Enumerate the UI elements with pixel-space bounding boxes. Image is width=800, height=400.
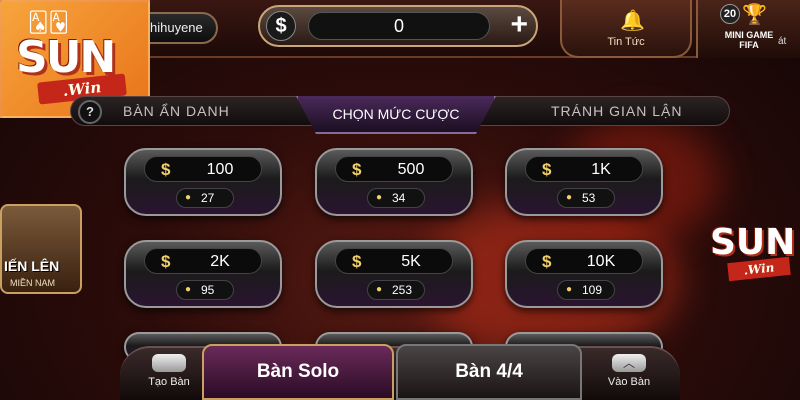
create-table-label: Tạo Bàn <box>148 376 190 388</box>
bet-amount-box: $ 500 <box>335 156 453 182</box>
dollar-icon: $ <box>542 160 552 179</box>
username: hihuyene <box>150 20 203 35</box>
dollar-icon: $ <box>161 160 171 179</box>
tien-len-game-tile[interactable]: IẾN LÊN MIỀN NAM <box>0 204 82 294</box>
four-player-table-button[interactable]: Bàn 4/4 <box>396 344 582 400</box>
bet-amount: 2K <box>210 253 230 270</box>
playing-cards-icon: 🂡🂱 <box>28 10 69 34</box>
bet-option-100[interactable]: $ 100 ● 27 <box>124 148 282 216</box>
dollar-icon: $ <box>352 160 362 179</box>
balance-value: 0 <box>308 12 490 40</box>
player-count-value: 253 <box>392 283 413 297</box>
chevron-up-icon: ︿ <box>612 354 646 372</box>
bet-amount: 10K <box>586 253 616 270</box>
person-icon: ● <box>376 284 383 295</box>
bet-amount-box: $ 1K <box>525 156 643 182</box>
bet-amount: 5K <box>401 253 421 270</box>
bet-option-2k[interactable]: $ 2K ● 95 <box>124 240 282 308</box>
join-table-label: Vào Bàn <box>607 376 651 388</box>
mini-game-trailing-text: át <box>778 36 787 47</box>
tab-anti-cheat[interactable]: TRÁNH GIAN LẬN <box>551 99 682 123</box>
solo-table-button[interactable]: Bàn Solo <box>202 344 394 400</box>
person-icon: ● <box>566 192 573 203</box>
player-count: ● 95 <box>176 280 234 300</box>
bet-amount: 1K <box>591 161 611 178</box>
table-icon <box>152 354 186 372</box>
bet-option-500[interactable]: $ 500 ● 34 <box>315 148 473 216</box>
sunwin-logo-secondary: SUN .Win <box>700 216 800 306</box>
player-count-value: 53 <box>582 191 596 205</box>
bet-amount-box: $ 5K <box>335 248 453 274</box>
player-count-value: 95 <box>201 283 215 297</box>
tab-choose-bet[interactable]: CHỌN MỨC CƯỢC <box>296 96 496 134</box>
dollar-icon: $ <box>266 11 296 41</box>
player-count: ● 253 <box>367 280 425 300</box>
bet-amount-box: $ 100 <box>144 156 262 182</box>
player-count-value: 34 <box>392 191 406 205</box>
player-count: ● 34 <box>367 188 425 208</box>
bell-icon: 🔔 <box>620 8 645 32</box>
bet-option-1k[interactable]: $ 1K ● 53 <box>505 148 663 216</box>
bet-option-5k[interactable]: $ 5K ● 253 <box>315 240 473 308</box>
player-count: ● 27 <box>176 188 234 208</box>
player-count: ● 53 <box>557 188 615 208</box>
dollar-icon: $ <box>161 252 171 271</box>
bet-amount: 100 <box>206 161 234 178</box>
person-icon: ● <box>185 192 192 203</box>
join-table-button[interactable]: ︿ Vào Bàn <box>594 348 664 400</box>
game-title: IẾN LÊN <box>4 258 60 274</box>
person-icon: ● <box>185 284 192 295</box>
game-subtitle: MIỀN NAM <box>10 278 55 288</box>
news-button[interactable]: 🔔 Tin Tức <box>560 0 692 58</box>
trophy-icon: 🏆 <box>742 2 767 26</box>
person-icon: ● <box>376 192 383 203</box>
dollar-icon: $ <box>352 252 362 271</box>
mini-game-button[interactable]: 20 🏆 MINI GAME FIFA át <box>696 0 800 58</box>
bet-amount-box: $ 2K <box>144 248 262 274</box>
bet-amount: 500 <box>397 161 425 178</box>
tab-anonymous-table[interactable]: BÀN ẨN DANH <box>123 99 230 123</box>
bet-amount-box: $ 10K <box>525 248 643 274</box>
news-label: Tin Tức <box>607 36 645 48</box>
add-funds-button[interactable]: + <box>510 9 528 41</box>
person-icon: ● <box>566 284 573 295</box>
dollar-icon: $ <box>542 252 552 271</box>
player-count-value: 27 <box>201 191 215 205</box>
mini-game-label: MINI GAME FIFA <box>724 30 774 50</box>
bet-option-10k[interactable]: $ 10K ● 109 <box>505 240 663 308</box>
player-count: ● 109 <box>557 280 615 300</box>
balance-bar: $ 0 + <box>258 5 538 47</box>
mini-game-badge: 20 <box>720 4 740 24</box>
create-table-button[interactable]: Tạo Bàn <box>134 348 204 400</box>
player-count-value: 109 <box>582 283 603 297</box>
help-icon[interactable]: ? <box>78 100 102 124</box>
